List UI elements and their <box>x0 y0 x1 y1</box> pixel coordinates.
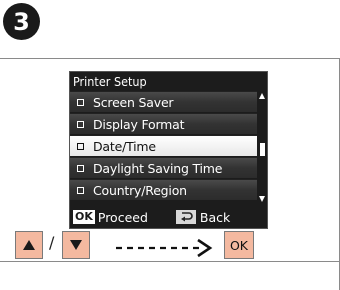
menu-item-date-time[interactable]: Date/Time <box>70 135 257 156</box>
menu-item-label: Screen Saver <box>93 94 174 110</box>
bullet-icon <box>77 142 84 150</box>
proceed-label: Proceed <box>97 209 148 225</box>
up-arrow-key[interactable] <box>15 231 43 259</box>
lcd-footer: OK Proceed Back <box>70 206 267 228</box>
dashed-arrow-icon <box>116 238 213 258</box>
bullet-icon <box>77 120 84 128</box>
ok-key[interactable]: OK <box>224 231 254 259</box>
menu-item-label: Daylight Saving Time <box>93 160 223 176</box>
back-label: Back <box>199 209 231 225</box>
bullet-icon <box>77 186 84 194</box>
menu-item-display-format[interactable]: Display Format <box>70 113 257 134</box>
lcd-title: Printer Setup <box>70 72 267 91</box>
scrollbar[interactable] <box>258 91 267 204</box>
panel-border-top <box>0 58 340 59</box>
menu-item-daylight-saving-time[interactable]: Daylight Saving Time <box>70 157 257 178</box>
menu-item-screen-saver[interactable]: Screen Saver <box>70 91 257 112</box>
ok-key-label: OK <box>229 237 249 253</box>
triangle-down-icon <box>70 240 82 250</box>
menu-item-label: Country/Region <box>93 182 187 198</box>
scroll-up-arrow-icon <box>259 93 265 99</box>
menu-item-label: Display Format <box>93 116 185 132</box>
step-number-badge: 3 <box>3 3 40 40</box>
ok-chip-icon: OK <box>73 210 95 224</box>
down-arrow-key[interactable] <box>62 231 90 259</box>
back-icon <box>175 210 196 224</box>
scroll-down-arrow-icon <box>259 196 265 202</box>
lcd-screen: Printer Setup Screen Saver Display Forma… <box>69 71 268 229</box>
bullet-icon <box>77 164 84 172</box>
scroll-thumb[interactable] <box>260 143 265 156</box>
menu-item-country-region[interactable]: Country/Region <box>70 179 257 200</box>
triangle-up-icon <box>23 240 35 250</box>
bullet-icon <box>77 98 84 106</box>
menu-item-label: Date/Time <box>93 138 156 154</box>
separator-slash: / <box>49 233 55 252</box>
panel-border-bottom <box>0 261 340 262</box>
